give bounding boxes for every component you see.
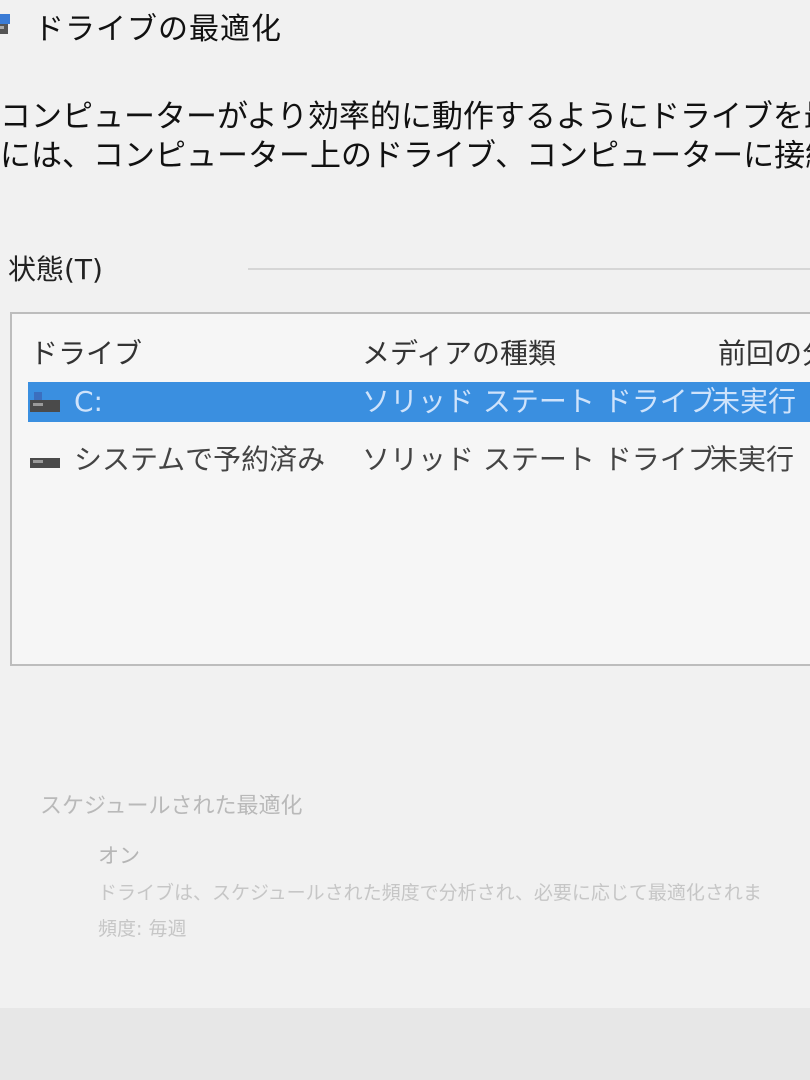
scheduled-optimization-state: オン	[98, 844, 140, 868]
last-run: 未実行	[712, 385, 797, 418]
drive-icon	[30, 458, 60, 468]
defrag-app-icon	[0, 14, 10, 34]
scheduled-optimization-title: スケジュールされた最適化	[40, 794, 303, 819]
description-line-1: コンピューターがより効率的に動作するようにドライブを最適化したり、ド	[0, 99, 810, 135]
media-type: ソリッド ステート ドライブ	[362, 443, 716, 476]
column-header-drive[interactable]: ドライブ	[30, 332, 142, 372]
drive-row-system-reserved[interactable]: システムで予約済み ソリッド ステート ドライブ 未実行	[28, 440, 810, 480]
description-line-2: には、コンピューター上のドライブ、コンピューターに接続されているドライブ	[0, 138, 810, 174]
column-header-last-run[interactable]: 前回の分	[718, 332, 810, 372]
drive-name: システムで予約済み	[74, 443, 326, 476]
media-type: ソリッド ステート ドライブ	[362, 385, 716, 418]
window-title: ドライブの最適化	[34, 12, 282, 47]
scheduled-optimization-description: ドライブは、スケジュールされた頻度で分析され、必要に応じて最適化されま	[98, 882, 762, 904]
title-bar: ドライブの最適化	[0, 0, 810, 50]
last-run: 未実行	[710, 443, 795, 476]
description-text: コンピューターがより効率的に動作するようにドライブを最適化したり、ド には、コン…	[0, 98, 810, 176]
scheduled-optimization-frequency: 頻度: 毎週	[98, 918, 187, 940]
status-label: 状態(T)	[8, 253, 103, 286]
column-header-media-type[interactable]: メディアの種類	[362, 332, 556, 372]
status-divider	[248, 268, 810, 270]
drive-name: C:	[74, 385, 103, 418]
drive-row-c[interactable]: C: ソリッド ステート ドライブ 未実行	[28, 382, 810, 422]
bottom-panel	[0, 1008, 810, 1080]
drive-icon	[30, 392, 60, 412]
